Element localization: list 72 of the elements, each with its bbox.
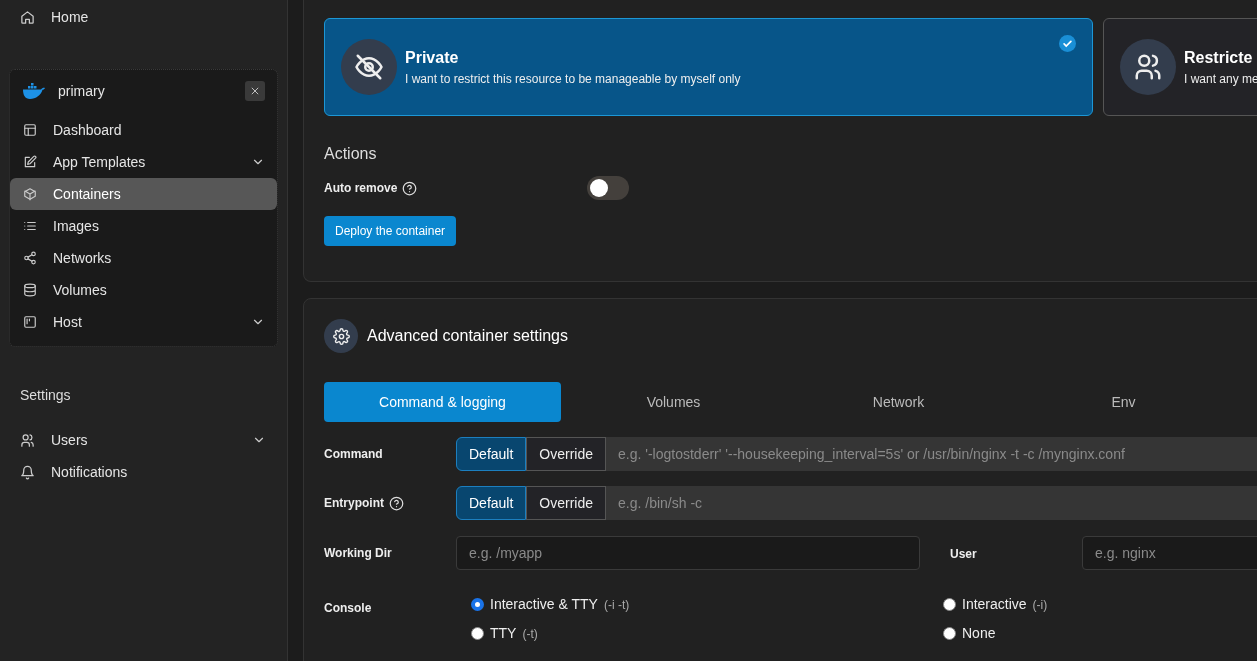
- help-icon: [402, 180, 418, 196]
- field-label: Console: [324, 601, 372, 615]
- radio-button[interactable]: [943, 627, 956, 640]
- deploy-button[interactable]: Deploy the container: [324, 216, 457, 246]
- radio-label: None: [962, 624, 996, 643]
- tab[interactable]: Env: [1011, 382, 1236, 422]
- sidebar-item[interactable]: Notifications: [9, 456, 278, 488]
- flag-hint: (-t): [522, 625, 538, 643]
- radio-button[interactable]: [943, 598, 956, 611]
- tab[interactable]: Network: [786, 382, 1011, 422]
- field-label: Auto remove: [324, 180, 398, 197]
- database-icon: [23, 283, 37, 297]
- radio-label: Interactive: [962, 595, 1027, 614]
- tab[interactable]: Command & logging: [324, 382, 561, 422]
- radio-button[interactable]: [471, 598, 484, 611]
- radio-label: TTY: [490, 624, 517, 643]
- sidebar-item[interactable]: Networks: [10, 242, 277, 274]
- radio-option[interactable]: Interactive (-i): [943, 594, 1243, 615]
- bell-icon: [20, 464, 35, 480]
- field-label: User: [950, 547, 977, 561]
- radio-option[interactable]: TTY (-t): [471, 623, 943, 644]
- sidebar-item[interactable]: Volumes: [10, 274, 277, 306]
- field-label: Entrypoint: [324, 495, 384, 512]
- radio-button[interactable]: [471, 627, 484, 640]
- sidebar-item[interactable]: Host: [10, 306, 277, 338]
- eye-off-icon: [354, 52, 384, 82]
- home-icon: [20, 9, 35, 25]
- input-field[interactable]: e.g. nginx: [1082, 536, 1257, 570]
- input-field[interactable]: e.g. /myapp: [456, 536, 920, 570]
- share-icon: [23, 251, 37, 265]
- tab[interactable]: Volumes: [561, 382, 786, 422]
- gear-icon: [324, 319, 358, 353]
- layout-icon: [23, 123, 37, 137]
- home-link[interactable]: Home: [9, 0, 278, 34]
- sidebar-item[interactable]: Users: [9, 424, 278, 456]
- segment-button[interactable]: Override: [526, 437, 607, 471]
- board-icon: [23, 315, 37, 329]
- section-heading: Actions: [324, 144, 378, 164]
- option-title: Private: [405, 48, 460, 68]
- field-label: Working Dir: [324, 545, 392, 562]
- environment-name: primary: [58, 81, 105, 101]
- users-icon: [1133, 52, 1163, 82]
- toggle-switch[interactable]: [587, 176, 629, 200]
- list-icon: [23, 219, 37, 233]
- field-label: Command: [324, 446, 383, 463]
- section-heading: Settings: [19, 386, 72, 405]
- panel-title: Advanced container settings: [367, 326, 568, 346]
- close-button[interactable]: [245, 81, 265, 101]
- segment-button[interactable]: Override: [526, 486, 607, 520]
- segment-button[interactable]: Default: [456, 437, 527, 471]
- input-field[interactable]: e.g. '-logtostderr' '--housekeeping_interval=5s' or /usr/bin/nginx -t -c /mynginx.conf: [606, 437, 1257, 471]
- segment-button[interactable]: Default: [456, 486, 527, 520]
- option-title: Restricte: [1184, 48, 1254, 68]
- sidebar-item[interactable]: Dashboard: [10, 114, 277, 146]
- whale-icon: [22, 82, 46, 100]
- help-icon: [389, 495, 404, 511]
- sidebar-item[interactable]: App Templates: [10, 146, 277, 178]
- sidebar-item[interactable]: Containers: [10, 178, 277, 210]
- option-card[interactable]: Private I want to restrict this resource to be manageable by myself only: [324, 18, 1093, 116]
- radio-label: Interactive & TTY: [490, 595, 598, 614]
- close-icon: [250, 86, 260, 96]
- check-icon: [1059, 35, 1076, 52]
- option-description: I want to restrict this resource to be manageable by myself only: [405, 71, 741, 88]
- sidebar-item[interactable]: Images: [10, 210, 277, 242]
- flag-hint: (-i -t): [603, 596, 630, 614]
- input-field[interactable]: e.g. /bin/sh -c: [606, 486, 1257, 520]
- radio-option[interactable]: Interactive & TTY (-i -t): [471, 594, 943, 615]
- users-icon: [20, 432, 35, 448]
- radio-option[interactable]: None: [943, 623, 1243, 644]
- edit-icon: [23, 155, 37, 169]
- cube-icon: [23, 187, 37, 201]
- flag-hint: (-i): [1032, 596, 1048, 614]
